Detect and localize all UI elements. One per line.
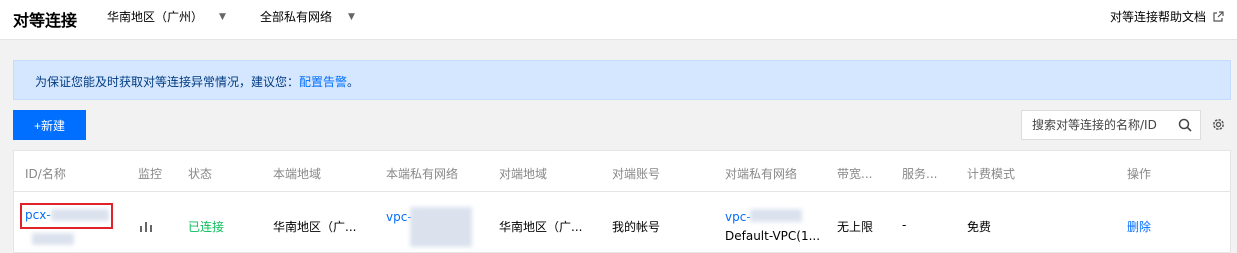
page-header: 对等连接 华南地区（广州） ▼ 全部私有网络 ▼ 对等连接帮助文档 (0, 0, 1237, 40)
region-select-label: 华南地区（广州） (107, 10, 204, 24)
status-connected: 已连接 (188, 220, 225, 234)
page-title: 对等连接 (13, 11, 78, 30)
column-header-id: ID/名称 (25, 167, 66, 181)
peer-vpc-link[interactable]: vpc- (725, 210, 751, 224)
column-header-bandwidth: 带宽... (837, 167, 873, 181)
peer-vpc-name: Default-VPC(1... (725, 229, 821, 243)
search-box (1021, 110, 1201, 140)
peer-region: 华南地区（广... (499, 220, 583, 234)
column-header-peer-region: 对端地域 (499, 167, 548, 181)
highlight-box (20, 203, 113, 229)
chevron-down-icon: ▼ (219, 11, 226, 22)
chevron-down-icon: ▼ (348, 11, 355, 22)
local-region: 华南地区（广... (273, 220, 357, 234)
column-header-local-region: 本端地域 (273, 167, 322, 181)
column-header-peer-account: 对端账号 (612, 167, 661, 181)
column-header-local-vpc: 本端私有网络 (386, 167, 459, 181)
delete-link[interactable]: 删除 (1127, 218, 1151, 235)
region-select[interactable]: 华南地区（广州） ▼ (107, 8, 226, 25)
column-header-monitor: 监控 (138, 167, 163, 181)
redacted-peer-vpc (750, 209, 802, 222)
gear-icon[interactable] (1211, 117, 1226, 132)
service-value: - (902, 218, 907, 232)
billing-mode: 免费 (967, 220, 992, 234)
peer-account: 我的帐号 (612, 220, 661, 234)
table-header: ID/名称 监控 状态 本端地域 本端私有网络 对端地域 对端账号 对端私有网络… (14, 151, 1230, 192)
help-doc-link[interactable]: 对等连接帮助文档 (1110, 8, 1224, 25)
search-input[interactable] (1022, 111, 1172, 139)
column-header-billing: 计费模式 (967, 167, 1016, 181)
search-icon[interactable] (1178, 118, 1192, 132)
help-doc-label: 对等连接帮助文档 (1109, 10, 1206, 24)
bandwidth-value: 无上限 (837, 220, 874, 234)
configure-alarm-link[interactable]: 配置告警 (299, 75, 347, 89)
peering-table: ID/名称 监控 状态 本端地域 本端私有网络 对端地域 对端账号 对端私有网络… (13, 150, 1231, 253)
new-button[interactable]: +新建 (13, 110, 86, 140)
redacted-name (32, 233, 74, 245)
column-header-peer-vpc: 对端私有网络 (725, 167, 798, 181)
vpc-select-label: 全部私有网络 (260, 10, 333, 24)
alert-notice: 为保证您能及时获取对等连接异常情况，建议您：配置告警。 (13, 60, 1231, 100)
column-header-service: 服务... (902, 167, 938, 181)
vpc-select[interactable]: 全部私有网络 ▼ (260, 8, 355, 25)
notice-text: 为保证您能及时获取对等连接异常情况，建议您：配置告警。 (35, 75, 360, 89)
external-link-icon (1213, 10, 1224, 22)
monitor-chart-icon[interactable] (139, 220, 153, 232)
redacted-local-vpc (410, 207, 472, 247)
column-header-actions: 操作 (1127, 167, 1152, 181)
column-header-status: 状态 (188, 167, 213, 181)
local-vpc-link[interactable]: vpc- (386, 210, 412, 224)
